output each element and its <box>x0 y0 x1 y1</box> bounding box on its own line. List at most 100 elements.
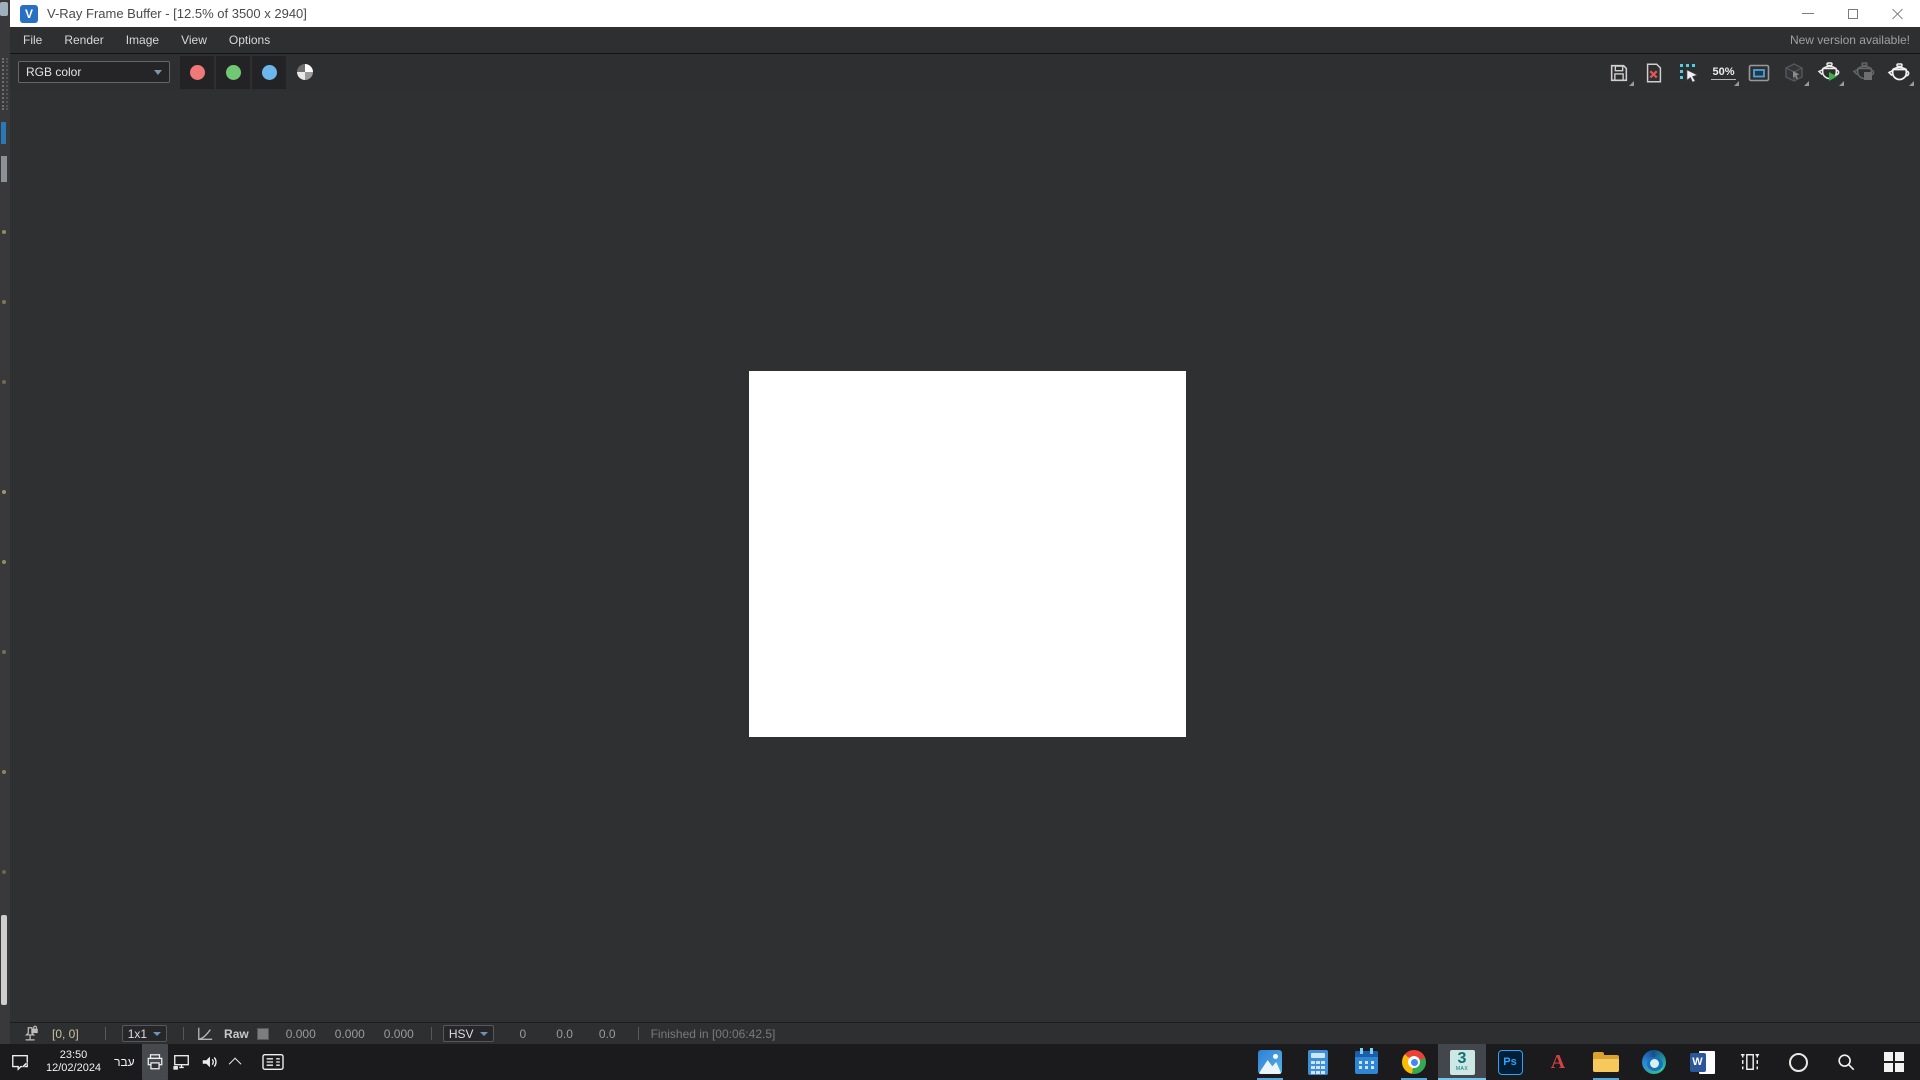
separator <box>431 1027 432 1040</box>
region-render-button[interactable] <box>1671 58 1706 88</box>
clear-image-button[interactable] <box>1636 58 1671 88</box>
taskbar-app-calendar[interactable] <box>1342 1044 1390 1080</box>
network-tray-button[interactable] <box>168 1044 196 1080</box>
toolbar: RGB color <box>10 53 1920 90</box>
photoshop-glyph: Ps <box>1503 1056 1516 1068</box>
maximize-icon <box>1848 9 1858 19</box>
panel-grip-dots <box>2 58 4 110</box>
news-widget-button[interactable] <box>250 1044 296 1080</box>
maximize-button[interactable] <box>1830 0 1875 27</box>
blue-channel-button[interactable] <box>252 56 286 89</box>
edge-icon <box>1642 1050 1666 1074</box>
taskbar-app-cortana[interactable] <box>1774 1044 1822 1080</box>
calculator-icon <box>1308 1050 1328 1075</box>
taskbar-app-3dsmax[interactable]: 3 MAX <box>1438 1044 1486 1080</box>
hidden-icons-button[interactable] <box>224 1044 250 1080</box>
show-frame-button[interactable] <box>1741 58 1776 88</box>
panel-grip-dots <box>6 58 8 110</box>
raw-value-g: 0.000 <box>335 1027 365 1041</box>
cortana-icon <box>1789 1053 1808 1072</box>
save-image-button[interactable] <box>1601 58 1636 88</box>
menu-options[interactable]: Options <box>218 27 281 53</box>
background-window-fragment <box>0 2 8 16</box>
mono-channel-icon <box>297 64 313 80</box>
taskbar-app-photos[interactable] <box>1246 1044 1294 1080</box>
menu-file[interactable]: File <box>12 27 53 53</box>
minimize-button[interactable] <box>1785 0 1830 27</box>
clear-image-icon <box>1643 62 1665 84</box>
word-icon: W <box>1690 1050 1715 1075</box>
task-view-icon <box>1739 1052 1761 1072</box>
calendar-icon <box>1355 1051 1378 1074</box>
printer-tray-button[interactable] <box>142 1044 168 1080</box>
background-scrollbar-fragment <box>1 915 7 1005</box>
3dsmax-icon: 3 MAX <box>1450 1050 1475 1075</box>
close-icon <box>1892 8 1904 20</box>
taskbar-app-file-explorer[interactable] <box>1582 1044 1630 1080</box>
taskbar: 23:50 12/02/2024 עבר <box>0 1044 1920 1080</box>
titlebar[interactable]: V V-Ray Frame Buffer - [12.5% of 3500 x … <box>10 0 1920 27</box>
show-frame-icon <box>1747 61 1771 85</box>
start-interactive-render-button[interactable] <box>1811 58 1846 88</box>
pixel-probe-pin-icon[interactable] <box>22 1025 40 1043</box>
start-button[interactable] <box>1870 1044 1918 1080</box>
word-glyph: W <box>1692 1056 1702 1068</box>
volume-tray-button[interactable] <box>196 1044 224 1080</box>
select-object-button[interactable] <box>1776 58 1811 88</box>
frame-buffer-canvas[interactable] <box>10 90 1920 1022</box>
blue-channel-icon <box>262 65 277 80</box>
hsv-value-h: 0 <box>520 1027 527 1041</box>
color-mode-value: HSV <box>449 1027 474 1041</box>
color-curve-icon[interactable] <box>196 1026 214 1042</box>
render-last-icon <box>1886 61 1912 85</box>
close-button[interactable] <box>1875 0 1920 27</box>
pixel-ratio-dropdown[interactable]: 1x1 <box>122 1025 167 1042</box>
zoom-level-icon: 50% <box>1711 66 1735 80</box>
taskbar-search-button[interactable] <box>1822 1044 1870 1080</box>
raw-value-r: 0.000 <box>286 1027 316 1041</box>
windows-logo-icon <box>1884 1052 1904 1072</box>
separator <box>105 1027 106 1040</box>
red-channel-button[interactable] <box>180 56 214 89</box>
stop-render-button[interactable] <box>1846 58 1881 88</box>
menu-image[interactable]: Image <box>115 27 170 53</box>
color-mode-dropdown[interactable]: HSV <box>443 1025 494 1042</box>
green-channel-button[interactable] <box>216 56 250 89</box>
action-center-icon <box>10 1053 30 1072</box>
clock-time: 23:50 <box>60 1049 88 1062</box>
taskbar-app-chrome[interactable] <box>1390 1044 1438 1080</box>
vray-frame-buffer-window: V V-Ray Frame Buffer - [12.5% of 3500 x … <box>10 0 1920 1044</box>
start-interactive-render-icon <box>1816 61 1842 85</box>
taskbar-clock[interactable]: 23:50 12/02/2024 <box>46 1049 101 1075</box>
action-center-button[interactable] <box>0 1044 40 1080</box>
mono-channel-button[interactable] <box>288 56 322 89</box>
3dsmax-glyph: 3 <box>1458 1052 1467 1066</box>
zoom-level-button[interactable]: 50% <box>1706 58 1741 88</box>
taskbar-app-word[interactable]: W <box>1678 1044 1726 1080</box>
separator <box>183 1027 184 1040</box>
render-last-button[interactable] <box>1881 58 1916 88</box>
channel-dropdown[interactable]: RGB color <box>18 61 170 83</box>
red-channel-icon <box>190 65 205 80</box>
hsv-value-v: 0.0 <box>599 1027 616 1041</box>
volume-icon <box>200 1053 219 1071</box>
background-icon-fragments <box>2 230 6 234</box>
update-notice-link[interactable]: New version available! <box>1790 27 1910 53</box>
hidden-icons-chevron <box>229 1057 242 1070</box>
photos-icon <box>1258 1050 1282 1074</box>
chevron-down-icon <box>154 70 162 75</box>
vray-logo-icon: V <box>20 5 38 23</box>
menu-render[interactable]: Render <box>53 27 114 53</box>
menu-view[interactable]: View <box>170 27 218 53</box>
taskbar-app-autocad[interactable]: A <box>1534 1044 1582 1080</box>
chevron-down-icon <box>480 1032 488 1036</box>
taskbar-app-edge[interactable] <box>1630 1044 1678 1080</box>
taskbar-app-task-view[interactable] <box>1726 1044 1774 1080</box>
language-indicator[interactable]: עבר <box>114 1055 135 1069</box>
rendered-image[interactable] <box>749 371 1186 737</box>
minimize-icon <box>1802 13 1814 14</box>
taskbar-app-calculator[interactable] <box>1294 1044 1342 1080</box>
taskbar-app-photoshop[interactable]: Ps <box>1486 1044 1534 1080</box>
printer-icon <box>146 1053 164 1071</box>
raw-label: Raw <box>224 1027 249 1041</box>
